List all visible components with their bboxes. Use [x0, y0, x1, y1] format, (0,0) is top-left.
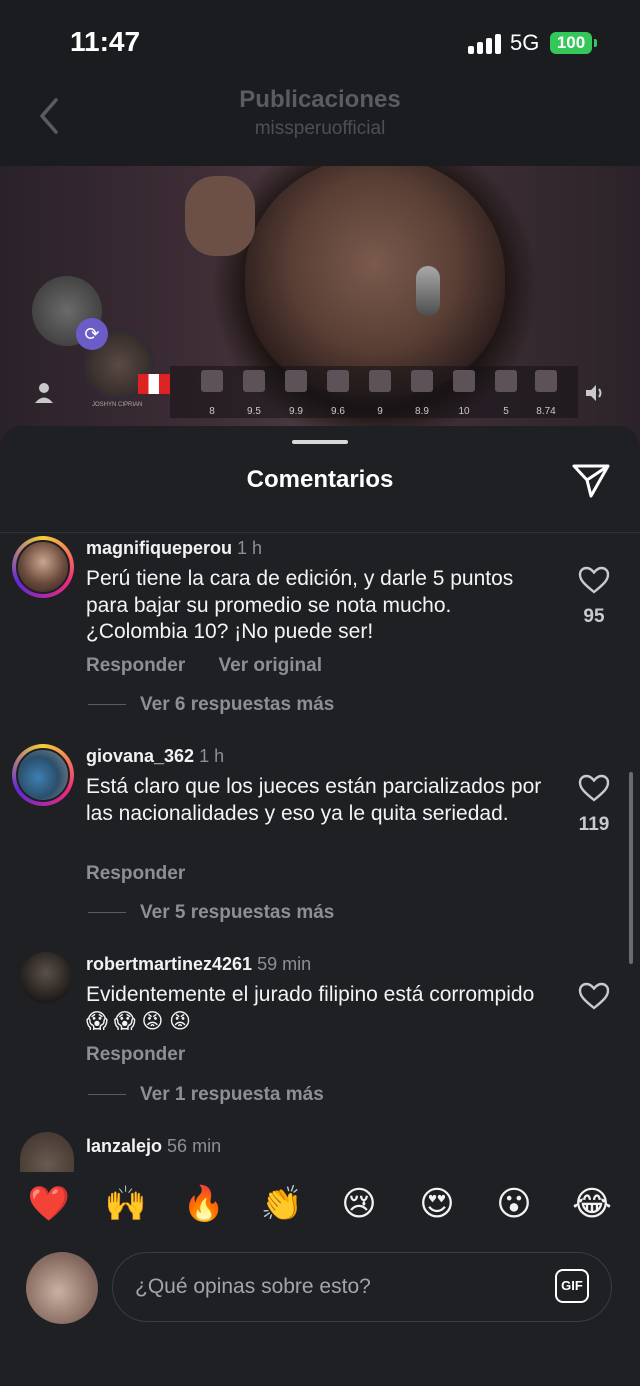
comment-composer: GIF: [112, 1252, 612, 1322]
top-nav: Publicaciones missperuofficial: [0, 86, 640, 166]
comment-text: Está claro que los jueces están parciali…: [86, 775, 542, 825]
username[interactable]: giovana_362: [86, 746, 194, 766]
gif-button[interactable]: GIF: [555, 1269, 589, 1303]
view-replies-label: Ver 5 respuestas más: [140, 902, 335, 923]
status-time: 11:47: [70, 26, 141, 57]
view-replies-button[interactable]: Ver 6 respuestas más: [88, 694, 334, 716]
sheet-title: Comentarios: [246, 466, 394, 493]
view-replies-label: Ver 6 respuestas más: [140, 694, 335, 715]
comment-author[interactable]: giovana_362 1 h: [86, 746, 224, 767]
see-original-button[interactable]: Ver original: [219, 655, 322, 676]
page-subtitle: missperuofficial: [254, 118, 386, 139]
username[interactable]: magnifiqueperou: [86, 538, 232, 558]
judge-score: 8.74: [526, 370, 566, 417]
like-count: 119: [578, 814, 610, 835]
signal-icon: [468, 34, 504, 54]
reaction-raised-hands[interactable]: 🙌: [101, 1184, 151, 1224]
judge-score: 9.5: [234, 370, 274, 417]
avatar[interactable]: [12, 744, 74, 806]
comment-actions: Responder Ver original: [86, 655, 350, 677]
battery-icon: 100: [550, 32, 592, 54]
current-user-avatar[interactable]: [26, 1252, 98, 1324]
username[interactable]: lanzalejo: [86, 1136, 162, 1156]
speaker-icon[interactable]: [584, 382, 606, 404]
reaction-surprised[interactable]: 😮: [489, 1184, 539, 1224]
reaction-clap[interactable]: 👏: [257, 1184, 307, 1224]
heart-outline-icon[interactable]: [578, 774, 610, 802]
judge-score: 9.9: [276, 370, 316, 417]
comment-author[interactable]: lanzalejo 56 min: [86, 1136, 221, 1157]
comment-author[interactable]: robertmartinez4261 59 min: [86, 954, 311, 975]
reaction-heart-eyes[interactable]: 😍: [412, 1184, 462, 1224]
like-count: 95: [583, 606, 605, 627]
comment-input[interactable]: [133, 1253, 537, 1321]
view-replies-button[interactable]: Ver 5 respuestas más: [88, 902, 334, 924]
username[interactable]: robertmartinez4261: [86, 954, 252, 974]
view-replies-button[interactable]: Ver 1 respuesta más: [88, 1084, 324, 1106]
comment-time: 1 h: [237, 538, 263, 558]
view-replies-label: Ver 1 respuesta más: [140, 1084, 324, 1105]
judge-score: 9.6: [318, 370, 358, 417]
comment-actions: Responder: [86, 1044, 213, 1066]
comment-time: 56 min: [167, 1136, 222, 1156]
comment-time: 1 h: [199, 746, 225, 766]
avatar[interactable]: [12, 536, 74, 598]
page-title: Publicaciones: [239, 86, 401, 113]
contestant-label: JOSHYN CIPRIAN: [92, 402, 143, 408]
status-bar: 11:47 5G 100: [0, 0, 640, 86]
reaction-laughing[interactable]: 😂: [567, 1184, 617, 1224]
comment-actions: Responder: [86, 863, 213, 885]
scrollbar[interactable]: [629, 772, 633, 964]
judge-score: 10: [444, 370, 484, 417]
drag-handle[interactable]: [292, 440, 348, 444]
reaction-crying[interactable]: 😢: [334, 1184, 384, 1224]
comment-author[interactable]: magnifiqueperou 1 h: [86, 538, 262, 559]
comment-time: 59 min: [257, 954, 312, 974]
judge-score: 5: [486, 370, 526, 417]
video-face: [245, 166, 505, 396]
sync-icon: ⟳: [76, 318, 108, 350]
network-label: 5G: [510, 30, 540, 55]
video-preview[interactable]: ⟳ JOSHYN CIPRIAN 8 9.5 9.9 9.6 9 8.9 10 …: [0, 166, 640, 446]
reply-button[interactable]: Responder: [86, 863, 185, 884]
battery-tip: [594, 39, 597, 47]
video-earring: [416, 266, 440, 316]
peru-flag-icon: [138, 374, 170, 394]
comment-text: Evidentemente el jurado filipino está co…: [86, 983, 535, 1033]
judge-score: 8: [192, 370, 232, 417]
reaction-heart[interactable]: ❤️: [24, 1184, 74, 1224]
judge-score: 8.9: [402, 370, 442, 417]
score-strip: 8 9.5 9.9 9.6 9 8.9 10 5 8.74: [170, 366, 578, 418]
battery-level: 100: [556, 33, 586, 52]
quick-reactions: ❤️ 🙌 🔥 👏 😢 😍 😮 😂: [0, 1184, 640, 1234]
user-icon[interactable]: [34, 382, 54, 404]
judge-score: 9: [360, 370, 400, 417]
avatar[interactable]: [20, 952, 72, 1004]
comment-item: lanzalejo 56 min: [0, 1134, 640, 1172]
reply-button[interactable]: Responder: [86, 655, 185, 676]
heart-outline-icon[interactable]: [578, 982, 610, 1010]
video-hand: [185, 176, 255, 256]
sheet-divider: [0, 532, 640, 533]
heart-outline-icon[interactable]: [578, 566, 610, 594]
comment-text: Perú tiene la cara de edición, y darle 5…: [86, 567, 514, 643]
paper-plane-icon[interactable]: [571, 460, 611, 500]
reaction-fire[interactable]: 🔥: [179, 1184, 229, 1224]
reply-button[interactable]: Responder: [86, 1044, 185, 1065]
